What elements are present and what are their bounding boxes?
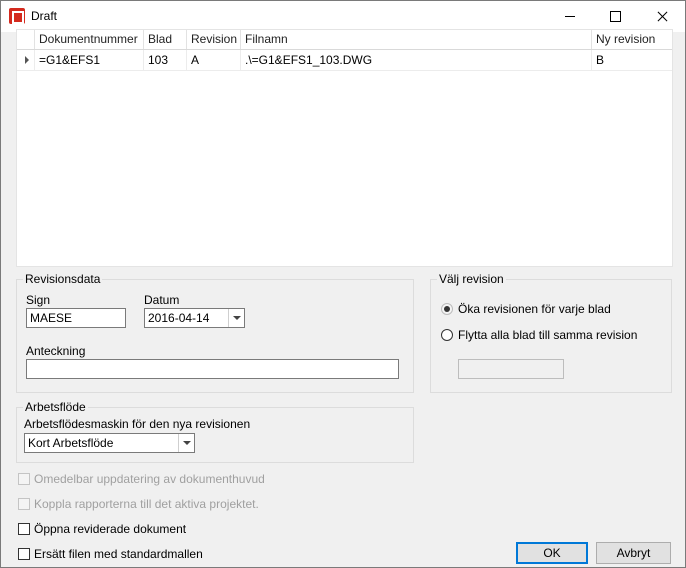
window-title: Draft <box>31 9 58 23</box>
draft-dialog: Draft Dokumentnummer Blad Revision Filna… <box>0 0 686 568</box>
arbetsflodesmaskin-label: Arbetsflödesmaskin för den nya revisione… <box>24 417 251 431</box>
column-header-ny-revision[interactable]: Ny revision <box>592 30 672 49</box>
row-pointer-icon <box>25 56 29 64</box>
radio-flytta-alla[interactable] <box>441 329 453 341</box>
anteckning-label: Anteckning <box>26 344 86 358</box>
cell-dokumentnummer[interactable]: =G1&EFS1 <box>35 50 144 70</box>
checkbox-open-revised[interactable] <box>18 523 30 535</box>
sign-label: Sign <box>26 293 51 307</box>
close-button[interactable] <box>639 1 685 32</box>
cell-revision[interactable]: A <box>187 50 241 70</box>
column-header-blad[interactable]: Blad <box>144 30 187 49</box>
checkbox-link-reports[interactable] <box>18 498 30 510</box>
checkbox-replace-file-label[interactable]: Ersätt filen med standardmallen <box>34 547 203 561</box>
radio-oka-revision[interactable] <box>441 303 453 315</box>
checkbox-open-revised-label[interactable]: Öppna reviderade dokument <box>34 522 186 536</box>
checkbox-link-reports-label[interactable]: Koppla rapporterna till det aktiva proje… <box>34 497 259 511</box>
chevron-down-icon[interactable] <box>178 434 194 452</box>
column-header-dokumentnummer[interactable]: Dokumentnummer <box>35 30 144 49</box>
grid-header: Dokumentnummer Blad Revision Filnamn Ny … <box>17 30 672 50</box>
ok-button[interactable]: OK <box>516 542 588 564</box>
row-header-column <box>17 30 35 49</box>
sign-field[interactable]: MAESE <box>26 308 126 328</box>
cell-blad[interactable]: 103 <box>144 50 187 70</box>
valj-revision-title: Välj revision <box>437 272 506 286</box>
datum-value: 2016-04-14 <box>148 311 210 325</box>
radio-flytta-alla-label[interactable]: Flytta alla blad till samma revision <box>458 328 637 342</box>
column-header-revision[interactable]: Revision <box>187 30 241 49</box>
datum-picker[interactable]: 2016-04-14 <box>144 308 245 328</box>
checkbox-update-header-label[interactable]: Omedelbar uppdatering av dokumenthuvud <box>34 472 265 486</box>
radio-oka-revision-label[interactable]: Öka revisionen för varje blad <box>458 302 611 316</box>
column-header-filnamn[interactable]: Filnamn <box>241 30 592 49</box>
app-logo-icon <box>9 8 25 24</box>
cancel-button[interactable]: Avbryt <box>596 542 671 564</box>
title-bar: Draft <box>1 1 685 32</box>
revision-value-field[interactable] <box>458 359 564 379</box>
checkbox-update-header[interactable] <box>18 473 30 485</box>
cell-filnamn[interactable]: .\=G1&EFS1_103.DWG <box>241 50 592 70</box>
checkbox-replace-file[interactable] <box>18 548 30 560</box>
arbetsflode-title: Arbetsflöde <box>23 400 88 414</box>
maximize-button[interactable] <box>593 1 639 32</box>
document-grid[interactable]: Dokumentnummer Blad Revision Filnamn Ny … <box>16 29 673 267</box>
revisionsdata-title: Revisionsdata <box>23 272 103 286</box>
arbetsflodesmaskin-select[interactable]: Kort Arbetsflöde <box>24 433 195 453</box>
anteckning-field[interactable] <box>26 359 399 379</box>
arbetsflodesmaskin-value: Kort Arbetsflöde <box>28 436 114 450</box>
minimize-button[interactable] <box>547 1 593 32</box>
table-row[interactable]: =G1&EFS1 103 A .\=G1&EFS1_103.DWG B <box>17 50 672 71</box>
datum-label: Datum <box>144 293 180 307</box>
cell-ny-revision[interactable]: B <box>592 50 672 70</box>
row-selector[interactable] <box>17 50 35 70</box>
chevron-down-icon[interactable] <box>228 309 244 327</box>
